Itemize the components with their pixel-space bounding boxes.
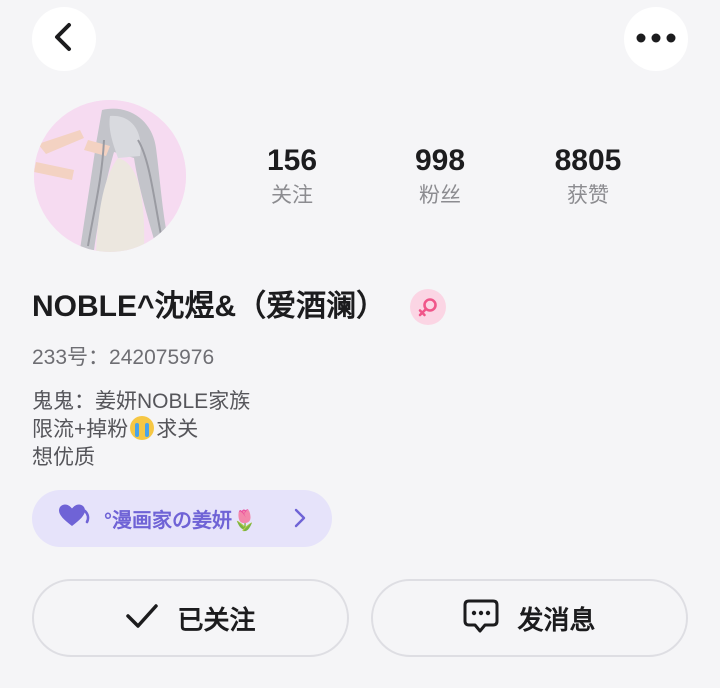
avatar[interactable]: [34, 100, 186, 252]
name-row: NOBLE^沈煜&（爱酒澜）: [32, 286, 447, 328]
send-message-label: 发消息: [517, 604, 596, 635]
fan-club-name: °漫画家の姜妍🌷: [104, 510, 257, 532]
following-count: 156: [266, 144, 318, 177]
stat-fans[interactable]: 998 粉丝: [380, 142, 500, 210]
bio-line: 想优质: [32, 446, 95, 469]
female-gender-icon: [410, 289, 447, 325]
bio-line: 鬼鬼：姜妍NOBLE家族: [32, 390, 251, 413]
heart-icon: [58, 504, 92, 533]
crying-face-emoji-icon: [130, 416, 155, 440]
bio: 鬼鬼：姜妍NOBLE家族 限流+掉粉 求关 想优质: [32, 388, 250, 472]
back-button[interactable]: [32, 7, 96, 71]
fans-label: 粉丝: [419, 184, 461, 207]
chevron-left-icon: [52, 22, 76, 57]
more-options-button[interactable]: [624, 7, 688, 71]
user-id-label: 233号：: [32, 346, 110, 369]
following-label: 关注: [271, 184, 313, 207]
followed-button[interactable]: 已关注: [32, 579, 349, 657]
fan-club-chip[interactable]: °漫画家の姜妍🌷: [32, 490, 332, 547]
likes-count: 8805: [554, 144, 622, 177]
stat-following[interactable]: 156 关注: [232, 142, 352, 210]
send-message-button[interactable]: 发消息: [371, 579, 688, 657]
chat-bubble-icon: [463, 599, 499, 638]
chevron-right-icon: [294, 508, 306, 533]
likes-label: 获赞: [567, 184, 609, 207]
more-dots-icon: [636, 30, 676, 48]
fans-count: 998: [414, 144, 466, 177]
user-id-value: 242075976: [109, 346, 215, 369]
stat-likes[interactable]: 8805 获赞: [528, 142, 648, 210]
followed-label: 已关注: [177, 604, 256, 635]
checkmark-icon: [125, 603, 159, 634]
user-id: 233号：242075976: [32, 343, 214, 373]
bio-line: 限流+掉粉 求关: [32, 416, 199, 441]
username: NOBLE^沈煜&（爱酒澜）: [32, 290, 387, 323]
